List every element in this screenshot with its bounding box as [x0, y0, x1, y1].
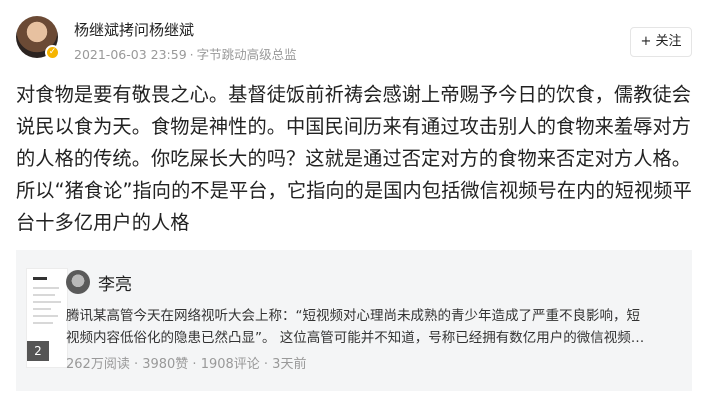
quoted-author-avatar[interactable]	[66, 270, 90, 294]
author-avatar[interactable]: ✓	[16, 16, 60, 60]
follow-button[interactable]: + 关注	[630, 27, 692, 57]
thumbnail-text-line	[33, 287, 59, 289]
post-meta: 2021-06-03 23:59 · 字节跳动高级总监	[74, 44, 297, 63]
image-count-badge: 2	[27, 341, 49, 361]
meta-separator: ·	[189, 47, 194, 62]
quoted-text[interactable]: 腾讯某高管今天在网络视听大会上称：“短视频对心理尚未成熟的青少年造成了严重不良影…	[66, 305, 678, 349]
quoted-text-line: 视频内容低俗化的隐患已然凸显”。 这位高管可能并不知道，号称已经拥有数亿用户的微…	[66, 330, 645, 346]
quoted-text-line: 腾讯某高管今天在网络视听大会上称：“短视频对心理尚未成熟的青少年造成了严重不良影…	[66, 308, 640, 324]
post-timestamp: 2021-06-03 23:59	[74, 47, 187, 62]
thumbnail-header-line	[33, 277, 47, 280]
post-text: 对食物是要有敬畏之心。基督徒饭前祈祷会感谢上帝赐予今日的饮食，儒教徒会说民以食为…	[16, 83, 692, 234]
thumbnail-text-line	[33, 301, 61, 303]
quoted-post-card[interactable]: 2 李亮 腾讯某高管今天在网络视听大会上称：“短视频对心理尚未成熟的青少年造成了…	[16, 250, 692, 391]
thumbnail-text-line	[33, 308, 51, 310]
author-title: 字节跳动高级总监	[196, 47, 297, 62]
verified-icon: ✓	[45, 45, 60, 60]
thumbnail-text-line	[33, 294, 55, 296]
thumbnail-text-line	[33, 322, 53, 324]
quoted-thumbnail[interactable]: 2	[26, 268, 68, 368]
quoted-author-name[interactable]: 李亮	[98, 270, 132, 295]
quoted-stats: 262万阅读 · 3980赞 · 1908评论 · 3天前	[66, 357, 307, 372]
author-name[interactable]: 杨继斌拷问杨继斌	[74, 19, 194, 40]
thumbnail-text-line	[33, 315, 58, 317]
